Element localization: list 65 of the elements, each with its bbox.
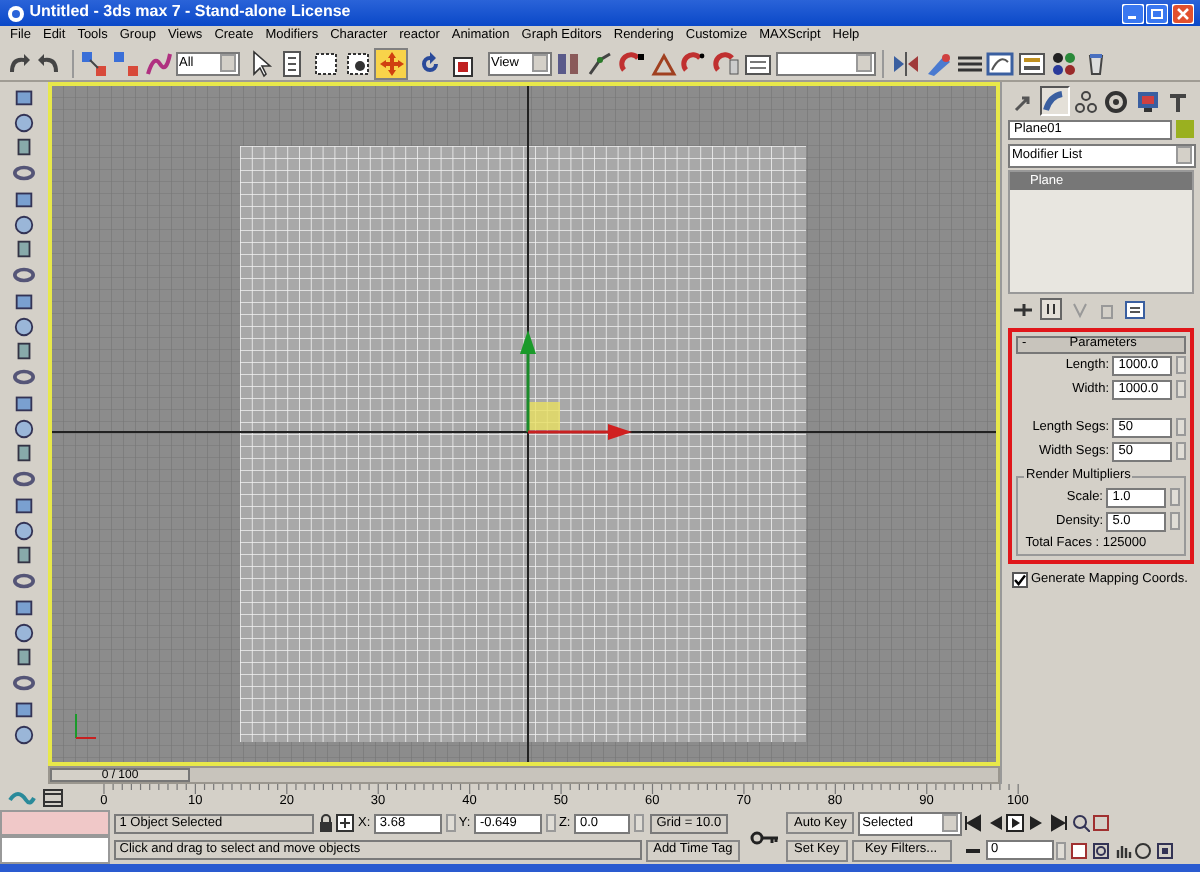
cube-icon[interactable] [12, 595, 36, 618]
cylinder-icon[interactable] [12, 442, 36, 465]
spheres-icon[interactable] [1049, 49, 1078, 77]
cube-icon[interactable] [12, 187, 36, 210]
zoom-icon[interactable] [1071, 814, 1089, 832]
cylinder-icon[interactable] [12, 238, 36, 261]
dashed-square-icon[interactable] [311, 49, 340, 77]
script-listener-field[interactable] [0, 810, 110, 836]
maximize-icon[interactable] [1156, 841, 1174, 859]
cube-icon[interactable] [12, 289, 36, 312]
close-icon[interactable] [1172, 3, 1194, 23]
sphere-icon[interactable] [12, 519, 36, 541]
cylinder-icon[interactable] [12, 544, 36, 567]
checkbox[interactable] [1011, 571, 1028, 588]
sphere-icon[interactable] [12, 111, 36, 133]
torus-icon[interactable] [12, 672, 36, 694]
zoom-extents-icon[interactable] [1091, 841, 1110, 859]
text-box-icon[interactable] [743, 49, 772, 77]
previous-frame-icon[interactable] [985, 814, 1003, 832]
named-selection-dropdown[interactable] [775, 51, 875, 75]
play-icon[interactable] [1006, 814, 1025, 832]
key-icon[interactable] [750, 829, 780, 845]
link-icon[interactable] [80, 49, 109, 77]
cube-icon[interactable] [12, 697, 36, 720]
pin-icon[interactable] [1011, 299, 1034, 319]
go-to-start-icon[interactable] [963, 814, 982, 832]
sphere-icon[interactable] [12, 723, 36, 745]
cube-icon[interactable] [12, 391, 36, 414]
torus-icon[interactable] [12, 468, 36, 490]
sphere-icon[interactable] [12, 621, 36, 643]
minimize-icon[interactable] [1121, 3, 1143, 23]
sphere-icon[interactable] [12, 315, 36, 337]
torus-icon[interactable] [12, 162, 36, 184]
cube-icon[interactable] [12, 493, 36, 516]
filmstrip-icon[interactable] [42, 787, 64, 807]
triangle-icon[interactable] [649, 49, 677, 77]
color-swatch-icon[interactable] [1176, 120, 1194, 139]
axis-tripod-icon [75, 713, 97, 739]
app-logo-icon [6, 3, 26, 23]
cylinder-icon[interactable] [12, 340, 36, 363]
configure-icon[interactable] [1123, 299, 1146, 319]
unlink-icon[interactable] [112, 49, 140, 77]
torus-icon[interactable] [12, 366, 36, 388]
restore-icon[interactable] [1146, 3, 1169, 23]
squiggle-icon[interactable] [143, 49, 172, 77]
cube-icon[interactable] [12, 85, 36, 108]
mirror-icon[interactable] [892, 49, 920, 77]
orbit-icon[interactable] [1134, 841, 1153, 859]
curve-editor-icon[interactable] [986, 49, 1015, 77]
cylinder-icon[interactable] [12, 136, 36, 159]
go-to-end-icon[interactable] [1049, 814, 1068, 832]
manipulate-icon[interactable] [586, 49, 614, 77]
schematic-icon[interactable] [1018, 49, 1046, 77]
next-frame-icon[interactable] [1028, 814, 1046, 832]
sphere-icon[interactable] [12, 417, 36, 439]
cylinder-icon[interactable] [12, 646, 36, 669]
move-gizmo-drawing[interactable] [520, 330, 632, 440]
lock-icon[interactable] [317, 814, 333, 832]
window-title: Untitled - 3ds max 7 - Stand-alone License [29, 4, 351, 22]
script-listener-field[interactable] [0, 836, 110, 864]
sphere-icon[interactable] [12, 213, 36, 235]
absolute-mode-icon[interactable] [336, 814, 355, 832]
torus-icon[interactable] [12, 264, 36, 286]
pause-icon[interactable] [1040, 298, 1063, 320]
torus-icon[interactable] [12, 570, 36, 592]
